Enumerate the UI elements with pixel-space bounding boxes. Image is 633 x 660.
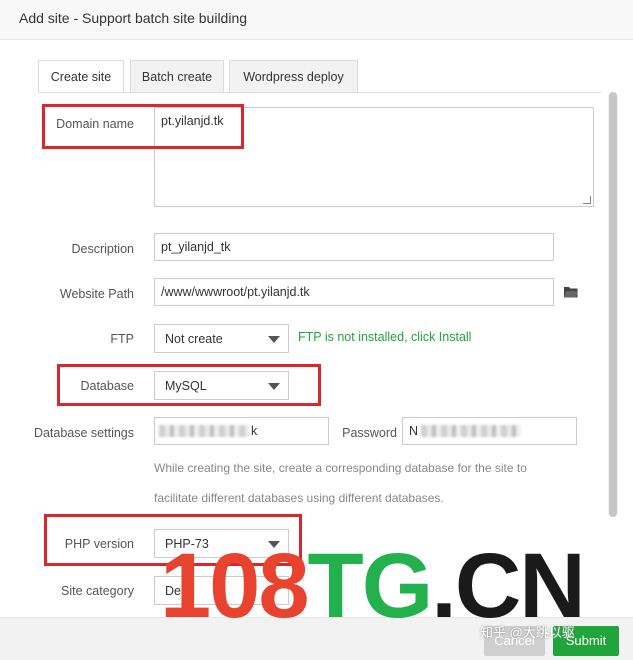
watermark-logo: 108TG.CN [160,535,586,637]
ftp-select-value: Not create [165,332,223,346]
tab-divider [38,92,601,93]
domain-highlight [42,104,244,149]
dialog-title: Add site - Support batch site building [19,10,248,26]
db-hint-line2: facilitate different databases using dif… [154,491,444,505]
chevron-down-icon [268,335,280,343]
description-label: Description [71,242,134,256]
password-label: Password [342,426,397,440]
db-password-input[interactable]: N [402,417,577,445]
watermark-part2: TG [307,535,434,637]
tab-wordpress-deploy[interactable]: Wordpress deploy [229,60,358,93]
db-username-input[interactable]: k [154,417,329,445]
blurred-username [159,425,249,437]
ftp-install-link[interactable]: FTP is not installed, click Install [298,330,471,344]
watermark-part1: 108 [160,535,309,637]
dialog-titlebar: Add site - Support batch site building [0,0,633,40]
ftp-label: FTP [110,332,134,346]
tab-batch-create[interactable]: Batch create [130,60,224,93]
category-label: Site category [61,584,134,598]
watermark-attribution: 知乎 @大跳以驱 [480,625,575,640]
db-settings-label: Database settings [33,426,134,440]
folder-icon[interactable] [563,285,579,299]
scrollbar-thumb[interactable] [609,92,617,517]
tab-create-site[interactable]: Create site [38,60,124,93]
blurred-password [421,425,521,437]
db-password-prefix: N [409,424,419,438]
description-input[interactable]: pt_yilanjd_tk [154,233,554,261]
ftp-select[interactable]: Not create [154,324,289,353]
resize-grip-icon[interactable] [583,196,591,204]
database-highlight [57,364,321,406]
path-input[interactable]: /www/wwwroot/pt.yilanjd.tk [154,278,554,306]
path-label: Website Path [59,287,134,301]
db-hint-line1: While creating the site, create a corres… [154,461,527,475]
db-username-suffix: k [251,424,258,438]
